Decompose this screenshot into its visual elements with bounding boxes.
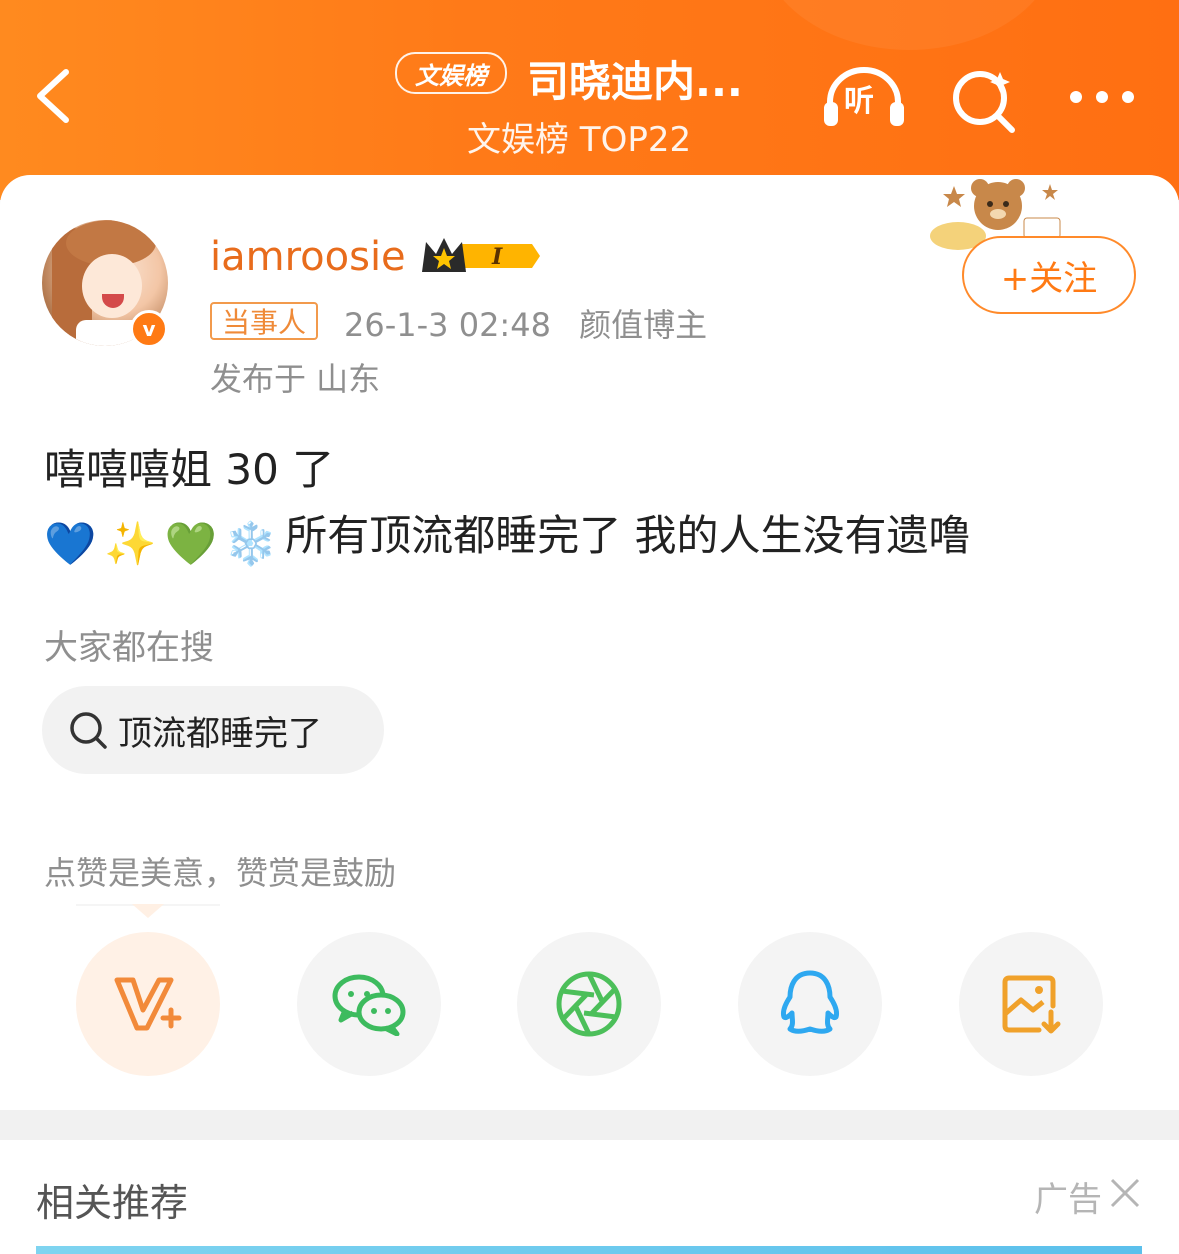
role-tag: 当事人 — [210, 302, 319, 340]
top-header: 文娱榜 司晓迪内... 文娱榜 TOP22 听 — [0, 0, 1179, 200]
ad-label: 广告 — [1034, 1180, 1102, 1220]
snowflake-icon: ❄️ — [224, 519, 278, 568]
save-image-icon — [1002, 975, 1061, 1034]
close-icon — [1110, 1178, 1140, 1208]
listen-button[interactable]: 听 — [822, 64, 906, 130]
search-icon — [70, 712, 107, 749]
share-wechat-button[interactable] — [297, 932, 441, 1076]
search-suggestion-text: 顶流都睡完了 — [118, 713, 322, 754]
crown-icon: I — [422, 238, 540, 272]
follow-button[interactable]: +关注 — [962, 236, 1136, 314]
listen-label: 听 — [844, 84, 874, 119]
sparkles-icon: ✨ — [104, 519, 157, 568]
post-text-line-2: 💙 ✨ 💚 ❄️ 所有顶流都睡完了 我的人生没有遗噜 — [44, 502, 971, 569]
page: 文娱榜 司晓迪内... 文娱榜 TOP22 听 v iamroosie I 当事… — [0, 0, 1179, 1254]
more-dots-icon — [1070, 91, 1134, 103]
recommend-card-preview[interactable] — [36, 1246, 1142, 1254]
recommend-title: 相关推荐 — [36, 1181, 189, 1225]
green-heart-icon: 💚 — [164, 519, 217, 568]
v-plus-button[interactable] — [76, 932, 220, 1076]
verified-v-icon: v — [130, 310, 168, 348]
post-category: 颜值博主 — [579, 306, 708, 344]
reward-hint: 点赞是美意，赞赏是鼓励 — [44, 854, 397, 892]
v-plus-icon — [114, 977, 182, 1031]
crown-level-badge-icon[interactable]: I — [420, 234, 540, 278]
back-button[interactable] — [30, 66, 80, 126]
search-suggestion-chip[interactable]: 顶流都睡完了 — [42, 686, 384, 774]
section-divider — [0, 1110, 1179, 1140]
search-icon — [953, 71, 1015, 133]
share-qq-button[interactable] — [738, 932, 882, 1076]
page-title: 司晓迪内... — [527, 57, 743, 106]
post-text-body: 所有顶流都睡完了 我的人生没有遗噜 — [285, 511, 971, 560]
pointer-arrow — [132, 904, 164, 918]
wechat-icon — [332, 974, 406, 1036]
moments-icon — [556, 971, 622, 1037]
header-decoration — [759, 0, 1059, 50]
search-button[interactable] — [948, 64, 1020, 136]
post-time: 26-1-3 02:48 — [344, 306, 551, 344]
qq-icon — [781, 970, 839, 1034]
post-meta: 26-1-3 02:48 颜值博主 — [344, 300, 707, 346]
trending-search-label: 大家都在搜 — [44, 628, 214, 668]
blue-heart-icon: 💙 — [44, 519, 97, 568]
share-moments-button[interactable] — [517, 932, 661, 1076]
ad-close-button[interactable] — [1108, 1176, 1142, 1210]
chevron-left-icon — [37, 69, 69, 123]
avatar-face — [82, 254, 142, 318]
username[interactable]: iamroosie — [210, 234, 406, 280]
post-location: 发布于 山东 — [210, 360, 381, 398]
header-title-group[interactable]: 文娱榜 司晓迪内... 文娱榜 TOP22 — [395, 46, 795, 160]
save-image-button[interactable] — [959, 932, 1103, 1076]
svg-text:I: I — [491, 244, 503, 270]
ranking-badge: 文娱榜 — [395, 52, 507, 94]
ranking-subtitle: 文娱榜 TOP22 — [467, 120, 692, 160]
more-button[interactable] — [1066, 80, 1146, 114]
post-text-line-1: 嘻嘻嘻姐 30 了 — [44, 445, 335, 494]
